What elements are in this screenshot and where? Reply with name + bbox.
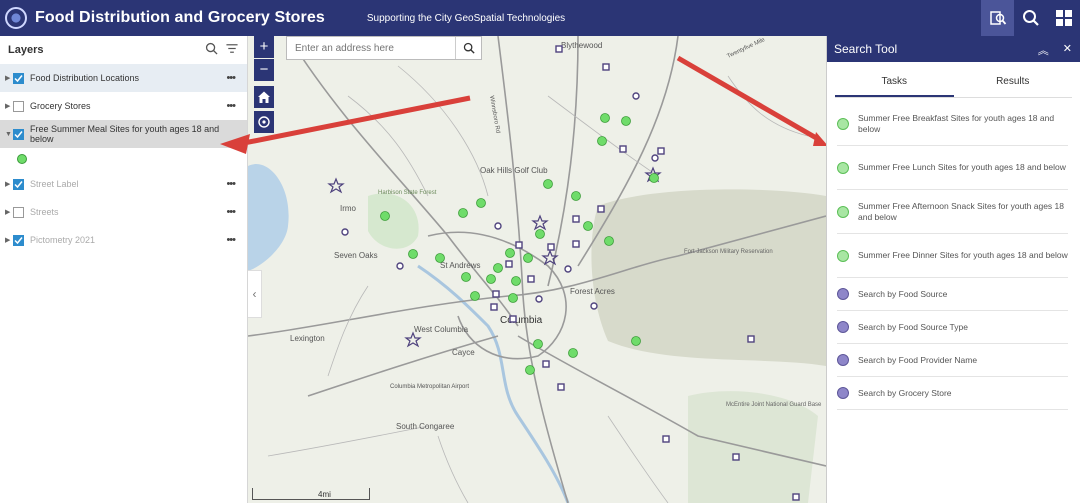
layer-label: Free Summer Meal Sites for youth ages 18…	[30, 124, 220, 144]
scale-bar	[252, 488, 370, 500]
purple-circle-icon	[837, 387, 849, 399]
layer-options-icon[interactable]: •••	[226, 206, 236, 218]
layers-header: Layers	[0, 36, 247, 64]
task-food-source-type[interactable]: Search by Food Source Type	[837, 311, 1068, 344]
task-grocery-store[interactable]: Search by Grocery Store	[837, 377, 1068, 410]
layers-title: Layers	[8, 44, 44, 56]
address-search-button[interactable]	[455, 37, 481, 59]
expand-caret-icon[interactable]: ▶	[5, 74, 11, 82]
app-grid-button[interactable]	[1047, 0, 1080, 36]
address-search-input[interactable]	[287, 38, 455, 58]
home-icon	[258, 91, 270, 103]
address-search	[286, 36, 482, 60]
task-dinner-sites[interactable]: Summer Free Dinner Sites for youth ages …	[837, 234, 1068, 278]
search-tool-button[interactable]	[981, 0, 1014, 36]
green-circle-icon	[837, 161, 849, 174]
task-food-source[interactable]: Search by Food Source	[837, 278, 1068, 311]
chevron-left-icon: ‹	[252, 287, 257, 301]
panel-tabs: Tasks Results	[835, 76, 1072, 98]
task-snack-sites[interactable]: Summer Free Afternoon Snack Sites for yo…	[837, 190, 1068, 234]
expand-caret-icon[interactable]: ▶	[5, 102, 11, 110]
search-tool-header: Search Tool ︽ ✕	[827, 36, 1080, 62]
scale-label: 4mi	[318, 490, 331, 499]
layer-options-icon[interactable]: •••	[226, 100, 236, 112]
close-icon[interactable]: ✕	[1063, 42, 1072, 58]
home-button[interactable]	[254, 86, 274, 108]
layer-label: Streets	[30, 207, 59, 217]
panel-title: Search Tool	[834, 42, 898, 56]
search-icon[interactable]	[205, 42, 218, 55]
search-document-icon	[989, 11, 1006, 25]
task-label: Search by Food Provider Name	[858, 354, 978, 365]
layer-checkbox[interactable]	[13, 178, 24, 190]
task-food-provider-name[interactable]: Search by Food Provider Name	[837, 344, 1068, 377]
zoom-in-button[interactable]: +	[254, 36, 274, 58]
task-label: Summer Free Lunch Sites for youth ages 1…	[858, 162, 1066, 172]
search-tool-panel: Search Tool ︽ ✕ Tasks Results Summer Fre…	[826, 36, 1080, 503]
layer-label: Food Distribution Locations	[30, 73, 140, 83]
layer-options-icon[interactable]: •••	[226, 72, 236, 84]
layer-options-icon[interactable]: •••	[226, 234, 236, 246]
map-view[interactable]: Blythewood Oak Hills Golf Club Harbison …	[248, 36, 826, 503]
task-label: Search by Food Source Type	[858, 321, 968, 332]
filter-list-icon[interactable]	[225, 42, 239, 55]
tab-tasks[interactable]: Tasks	[835, 76, 954, 97]
layer-item-pictometry[interactable]: ▶ Pictometry 2021 •••	[0, 226, 247, 254]
city-logo-icon	[5, 7, 27, 29]
collapse-caret-icon[interactable]: ▼	[5, 131, 12, 138]
task-label: Summer Free Breakfast Sites for youth ag…	[858, 112, 1055, 134]
layer-checkbox[interactable]	[13, 206, 24, 218]
purple-circle-icon	[837, 288, 849, 300]
layer-checkbox[interactable]	[13, 72, 24, 84]
green-circle-icon	[837, 117, 849, 130]
app-subtitle: Supporting the City GeoSpatial Technolog…	[366, 12, 566, 24]
task-label: Summer Free Dinner Sites for youth ages …	[858, 250, 1068, 260]
green-circle-icon	[837, 205, 849, 218]
app-title: Food Distribution and Grocery Stores	[35, 9, 325, 26]
layer-item-food-distribution[interactable]: ▶ Food Distribution Locations •••	[0, 64, 247, 92]
zoom-out-button[interactable]: −	[254, 59, 274, 81]
purple-circle-icon	[837, 321, 849, 333]
purple-circle-icon	[837, 354, 849, 366]
grid-icon	[1055, 10, 1072, 26]
layer-checkbox[interactable]	[13, 234, 24, 246]
locate-button[interactable]	[254, 111, 274, 133]
search-icon	[463, 42, 475, 54]
task-label: Search by Grocery Store	[858, 387, 952, 398]
layer-item-grocery-stores[interactable]: ▶ Grocery Stores •••	[0, 92, 247, 120]
zoom-control: + −	[254, 36, 274, 81]
tab-results[interactable]: Results	[954, 76, 1073, 97]
search-icon	[1022, 10, 1039, 26]
arrow-head-left	[220, 134, 250, 154]
green-circle-icon	[837, 249, 849, 262]
layer-item-street-label[interactable]: ▶ Street Label •••	[0, 170, 247, 198]
task-label: Search by Food Source	[858, 288, 948, 299]
layer-label: Grocery Stores	[30, 101, 91, 111]
task-label: Summer Free Afternoon Snack Sites for yo…	[858, 200, 1064, 222]
task-breakfast-sites[interactable]: Summer Free Breakfast Sites for youth ag…	[837, 102, 1068, 146]
locate-icon	[258, 116, 270, 128]
layers-panel: Layers ▶ Food Distribution Locations •••…	[0, 36, 248, 503]
layer-item-streets[interactable]: ▶ Streets •••	[0, 198, 247, 226]
layer-label: Street Label	[30, 179, 79, 189]
layer-checkbox[interactable]	[13, 128, 24, 140]
expand-caret-icon[interactable]: ▶	[5, 236, 11, 244]
app-header: Food Distribution and Grocery Stores Sup…	[0, 0, 1080, 36]
layer-checkbox[interactable]	[13, 100, 24, 112]
meal-site-legend-icon	[17, 154, 27, 164]
task-lunch-sites[interactable]: Summer Free Lunch Sites for youth ages 1…	[837, 146, 1068, 190]
expand-caret-icon[interactable]: ▶	[5, 208, 11, 216]
collapse-panel-button[interactable]: ‹	[248, 270, 262, 318]
search-button[interactable]	[1014, 0, 1047, 36]
annotation-arrows	[248, 55, 826, 146]
layer-options-icon[interactable]: •••	[226, 178, 236, 190]
layer-label: Pictometry 2021	[30, 235, 96, 245]
expand-caret-icon[interactable]: ▶	[5, 180, 11, 188]
collapse-up-icon[interactable]: ︽	[1038, 42, 1049, 58]
